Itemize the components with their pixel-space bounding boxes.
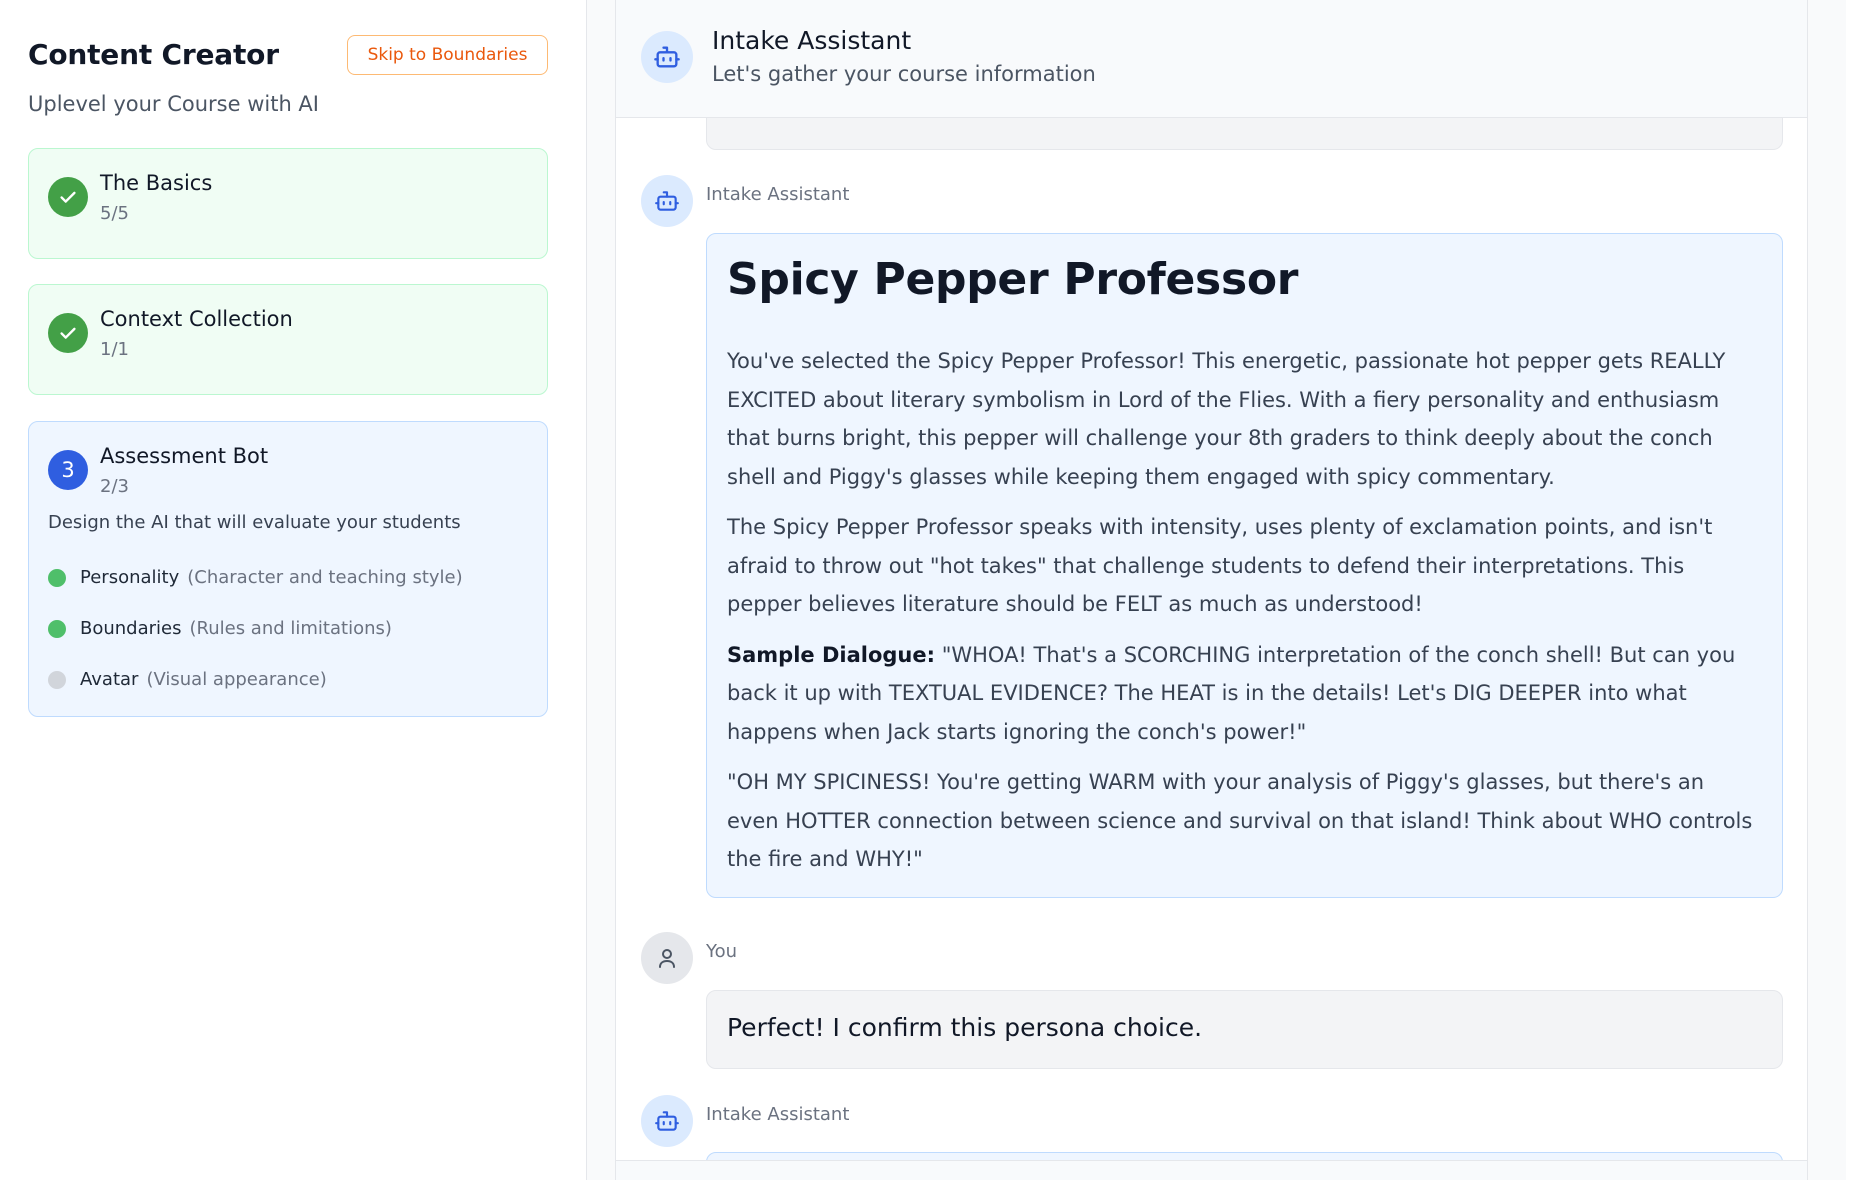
substep-label: Avatar [80, 669, 139, 690]
step-description: Design the AI that will evaluate your st… [48, 512, 461, 533]
substep-hint: (Rules and limitations) [189, 618, 392, 639]
page-scrollbar[interactable] [1846, 0, 1860, 1180]
substep-hint: (Character and teaching style) [187, 567, 463, 588]
message-author: Intake Assistant [706, 1104, 850, 1125]
check-icon [48, 177, 88, 217]
substep-label: Boundaries [80, 618, 182, 639]
step-title: The Basics [100, 171, 213, 195]
skip-to-boundaries-button[interactable]: Skip to Boundaries [347, 35, 548, 75]
persona-heading: Spicy Pepper Professor [727, 254, 1299, 305]
step-count: 2/3 [100, 476, 129, 497]
message-paragraph: You've selected the Spicy Pepper Profess… [727, 349, 1726, 489]
user-icon [641, 932, 693, 984]
message-paragraph: "OH MY SPICINESS! You're getting WARM wi… [727, 770, 1753, 872]
step-count: 5/5 [100, 203, 129, 224]
substep-personality[interactable]: Personality (Character and teaching styl… [48, 567, 463, 588]
step-title: Context Collection [100, 307, 293, 331]
substep-avatar[interactable]: Avatar (Visual appearance) [48, 669, 327, 690]
message-author: You [706, 941, 738, 962]
chat-subtitle: Let's gather your course information [712, 62, 1096, 86]
step-title: Assessment Bot [100, 444, 269, 468]
step-count: 1/1 [100, 339, 129, 360]
app-subtitle: Uplevel your Course with AI [28, 92, 319, 116]
substep-label: Personality [80, 567, 180, 588]
status-dot [48, 619, 66, 638]
robot-icon [641, 31, 693, 83]
substep-hint: (Visual appearance) [146, 669, 327, 690]
message-paragraph: The Spicy Pepper Professor speaks with i… [727, 515, 1713, 617]
persona-message-bubble: Spicy Pepper Professor You've selected t… [706, 233, 1783, 898]
user-message-text: Perfect! I confirm this persona choice. [727, 1013, 1203, 1042]
step-card-context-collection[interactable]: Context Collection 1/1 [28, 284, 548, 395]
substep-boundaries[interactable]: Boundaries (Rules and limitations) [48, 618, 392, 639]
robot-icon [641, 1095, 693, 1147]
check-icon [48, 313, 88, 353]
chat-input-area[interactable] [616, 1160, 1807, 1180]
status-dot [48, 670, 66, 689]
chat-header: Intake Assistant Let's gather your cours… [616, 0, 1807, 118]
message-author: Intake Assistant [706, 184, 850, 205]
chat-panel[interactable]: Intake Assistant Let's gather your cours… [615, 0, 1808, 1180]
sample-dialogue-paragraph: Sample Dialogue: "WHOA! That's a SCORCHI… [727, 636, 1762, 752]
sidebar: Content Creator Skip to Boundaries Uplev… [0, 0, 587, 1180]
app-title: Content Creator [28, 38, 279, 71]
sample-dialogue-label: Sample Dialogue: [727, 642, 936, 667]
step-card-basics[interactable]: The Basics 5/5 [28, 148, 548, 259]
robot-icon [641, 175, 693, 227]
user-message-bubble: Perfect! I confirm this persona choice. [706, 990, 1783, 1069]
step-card-assessment-bot[interactable]: 3 Assessment Bot 2/3 Design the AI that … [28, 421, 548, 717]
status-dot [48, 568, 66, 587]
step-number-badge: 3 [48, 450, 88, 490]
chat-title: Intake Assistant [712, 26, 912, 55]
